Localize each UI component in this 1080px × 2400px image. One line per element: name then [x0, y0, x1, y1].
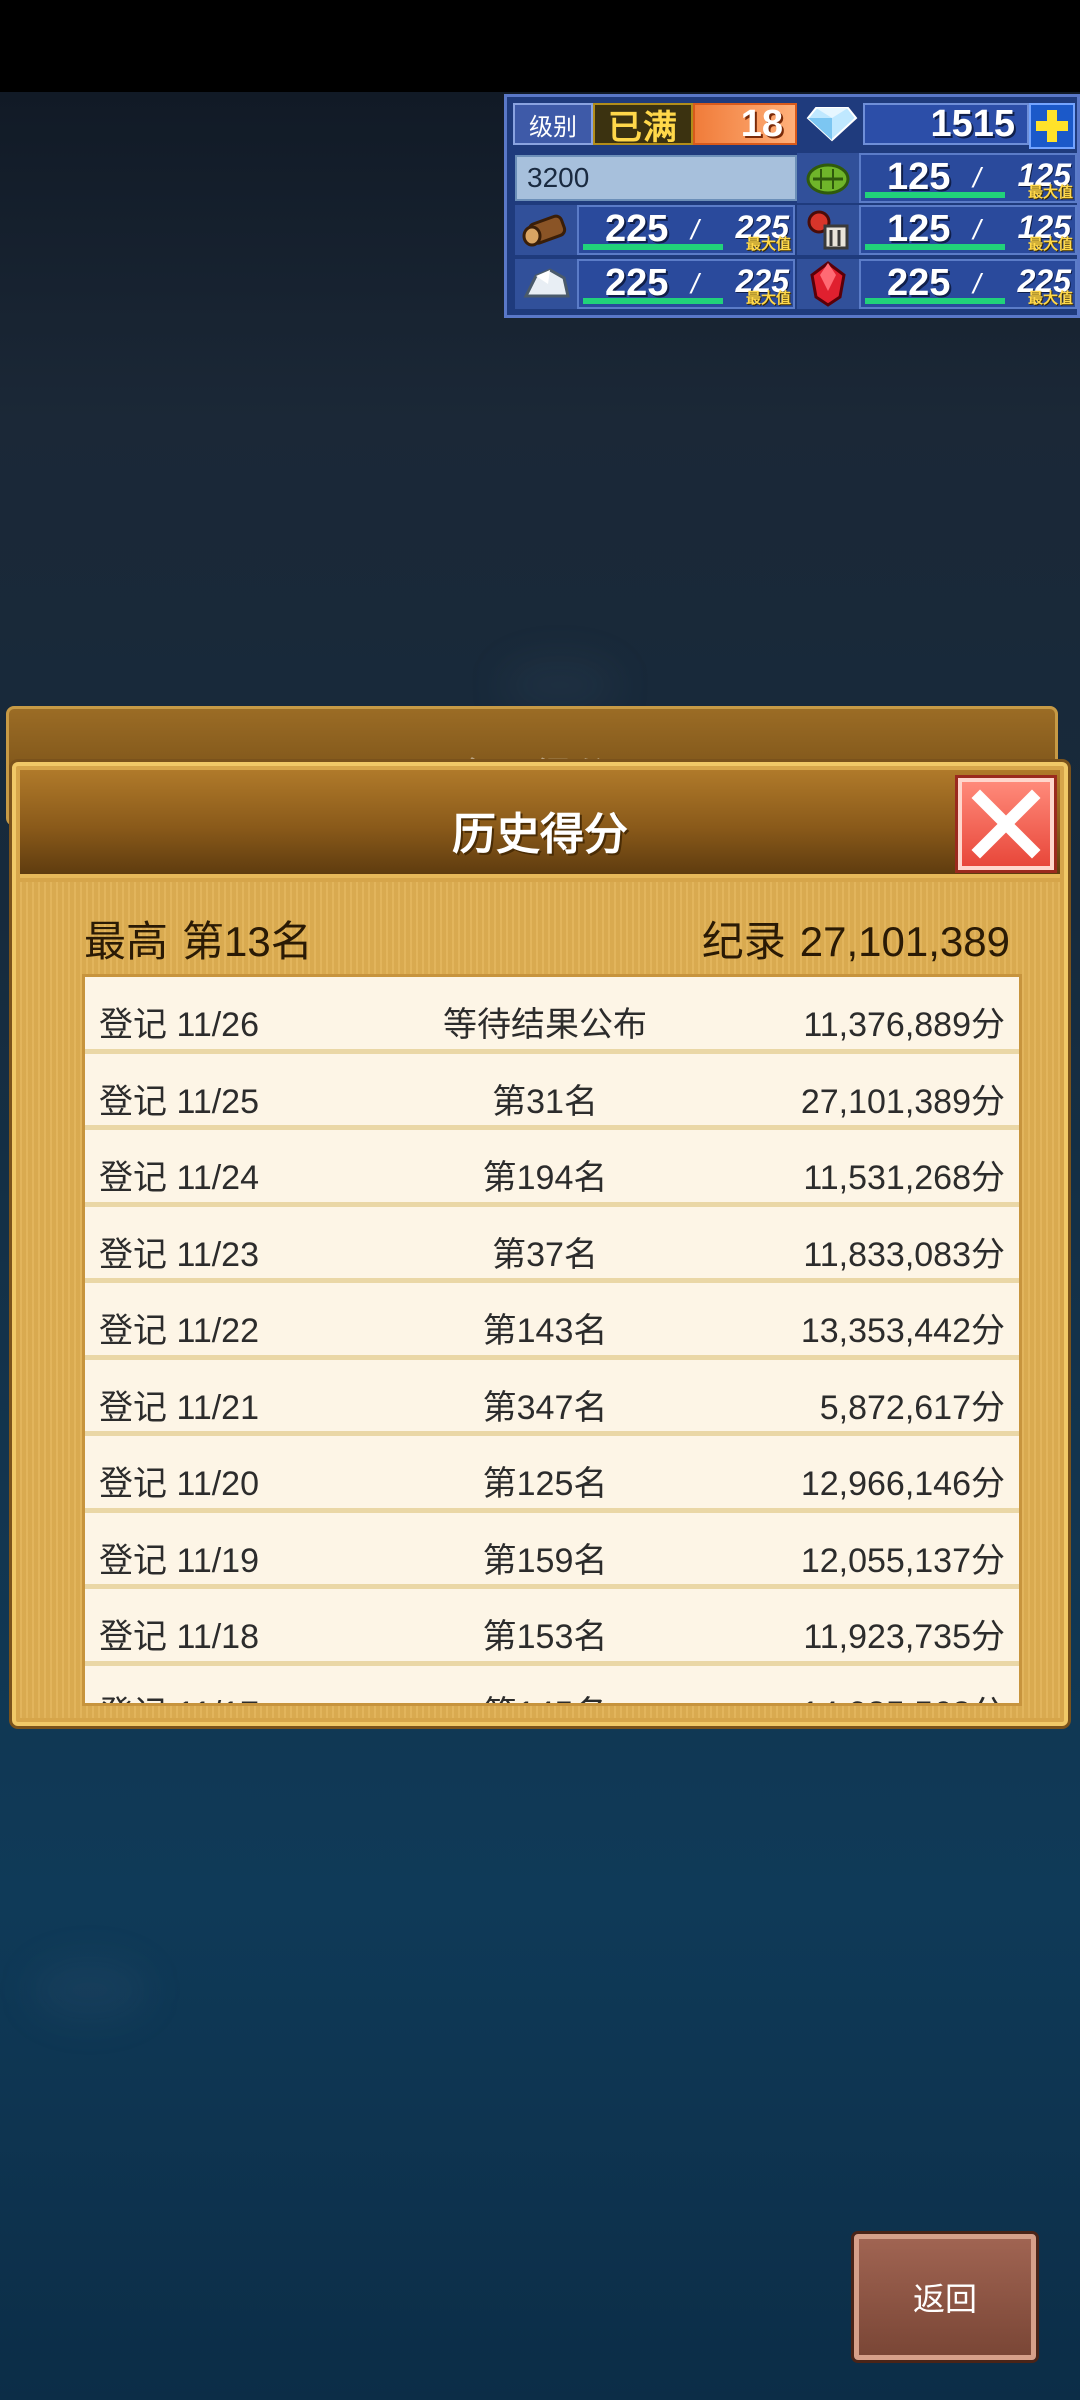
ore-icon: [515, 259, 577, 309]
record-group: 纪录 27,101,389: [702, 908, 1010, 969]
log-icon: [515, 205, 577, 255]
leaf-bar: [865, 192, 1005, 198]
list-item: 登记 11/25 第31名 27,101,389分: [85, 1053, 1019, 1130]
row-rank: 第125名: [482, 1465, 608, 1503]
list-item: 登记 11/26 等待结果公布 11,376,889分: [85, 977, 1019, 1054]
level-full-badge: 已满: [593, 103, 693, 147]
row-score: 5,872,617分: [819, 1388, 1005, 1427]
score-history-list[interactable]: 登记 11/26 等待结果公布 11,376,889分 登记 11/25 第31…: [82, 974, 1022, 1706]
background-blur: [500, 660, 620, 710]
row-date: 登记 11/23: [99, 1235, 260, 1274]
best-label: 最高: [84, 917, 169, 965]
list-item: 登记 11/24 第194名 11,531,268分: [85, 1130, 1019, 1207]
row-score: 11,531,268分: [803, 1159, 1005, 1197]
list-item: 登记 11/19 第159名 12,055,137分: [85, 1512, 1019, 1589]
log-bar: [583, 244, 723, 250]
return-button[interactable]: 返回: [854, 2234, 1036, 2360]
crop-bar: [865, 244, 1005, 250]
close-icon: [971, 789, 1041, 859]
row-score: 12,055,137分: [800, 1541, 1005, 1580]
max-tag: 最大值: [1027, 236, 1073, 253]
close-button[interactable]: [958, 778, 1054, 870]
list-item: 登记 11/18 第153名 11,923,735分: [85, 1589, 1019, 1666]
row-score: 14,035,563分: [801, 1686, 1005, 1704]
leaf-icon: [797, 153, 859, 203]
separator: /: [973, 268, 981, 299]
row-score: 11,833,083分: [803, 1235, 1005, 1274]
separator: /: [691, 214, 699, 245]
row-date: 登记 11/25: [99, 1082, 260, 1121]
dialog-title: 历史得分: [452, 810, 628, 859]
row-date: 登记 11/19: [99, 1541, 260, 1580]
numeric-input-field[interactable]: 3200: [515, 155, 797, 201]
row-score: 11,923,735分: [803, 1618, 1005, 1656]
add-gems-button[interactable]: [1029, 103, 1075, 149]
ore-resource-meter: 225 / 225 最大值: [577, 259, 795, 309]
row-score: 11,376,889分: [803, 1006, 1005, 1044]
ore-bar: [583, 298, 723, 304]
row-date: 登记 11/26: [99, 1006, 260, 1044]
row-rank: 第37名: [492, 1235, 598, 1274]
row-score: 27,101,389分: [800, 1082, 1005, 1121]
record-value: 27,101,389: [799, 917, 1010, 965]
list-item: 登记 11/21 第347名 5,872,617分: [85, 1359, 1019, 1436]
row-date: 登记 11/18: [99, 1618, 260, 1656]
row-date: 登记 11/21: [99, 1388, 260, 1427]
dialog-header: 历史得分: [20, 770, 1060, 878]
row-rank: 等待结果公布: [443, 1006, 647, 1044]
row-date: 登记 11/20: [99, 1465, 260, 1503]
gem-count: 1515: [863, 103, 1029, 145]
leaf-resource-meter: 125 / 125 最大值: [859, 153, 1077, 203]
dialog-body: 最高 第13名 纪录 27,101,389 登记 11/26 等待结果公布 11,3…: [20, 882, 1060, 1718]
separator: /: [973, 214, 981, 245]
row-rank: 第194名: [482, 1159, 608, 1197]
crop-icon: [797, 205, 859, 255]
list-item: 登记 11/17 第145名 14,035,563分: [85, 1665, 1019, 1704]
best-summary: 最高 第13名 纪录 27,101,389: [84, 910, 1010, 966]
row-date: 登记 11/17: [99, 1686, 259, 1704]
row-date: 登记 11/22: [99, 1312, 260, 1350]
history-score-dialog: 历史得分 最高 第13名 纪录 27,101,389 登记 11/26 等待结果公布…: [12, 762, 1068, 1726]
row-rank: 第145名: [385, 1686, 705, 1704]
log-resource-meter: 225 / 225 最大值: [577, 205, 795, 255]
max-tag: 最大值: [1027, 184, 1073, 201]
separator: /: [973, 162, 981, 193]
max-tag: 最大值: [1027, 290, 1073, 307]
list-item: 登记 11/20 第125名 12,966,146分: [85, 1436, 1019, 1513]
row-rank: 第159名: [482, 1541, 608, 1580]
level-label: 级别: [513, 103, 593, 145]
max-tag: 最大值: [745, 236, 791, 253]
row-rank: 第153名: [482, 1618, 608, 1656]
list-item: 登记 11/23 第37名 11,833,083分: [85, 1206, 1019, 1283]
ruby-bar: [865, 298, 1005, 304]
level-value: 18: [693, 103, 797, 145]
crop-resource-meter: 125 / 125 最大值: [859, 205, 1077, 255]
list-item: 登记 11/22 第143名 13,353,442分: [85, 1283, 1019, 1360]
resource-hud: 级别 已满 18 1515 3200 125 / 125 最大值 225 / 2…: [504, 94, 1080, 318]
best-rank: 第13名: [182, 917, 313, 965]
row-rank: 第143名: [482, 1312, 608, 1350]
diamond-icon: [801, 101, 863, 147]
ruby-icon: [797, 259, 859, 309]
row-score: 13,353,442分: [800, 1312, 1005, 1350]
ruby-resource-meter: 225 / 225 最大值: [859, 259, 1077, 309]
row-date: 登记 11/24: [99, 1159, 260, 1197]
best-rank-group: 最高 第13名: [84, 908, 327, 969]
max-tag: 最大值: [745, 290, 791, 307]
row-rank: 第347名: [482, 1388, 608, 1427]
separator: /: [691, 268, 699, 299]
record-label: 纪录: [701, 917, 786, 965]
row-score: 12,966,146分: [800, 1465, 1005, 1503]
background-blur: [30, 1960, 150, 2020]
row-rank: 第31名: [492, 1082, 598, 1121]
plus-icon: [1036, 110, 1068, 142]
